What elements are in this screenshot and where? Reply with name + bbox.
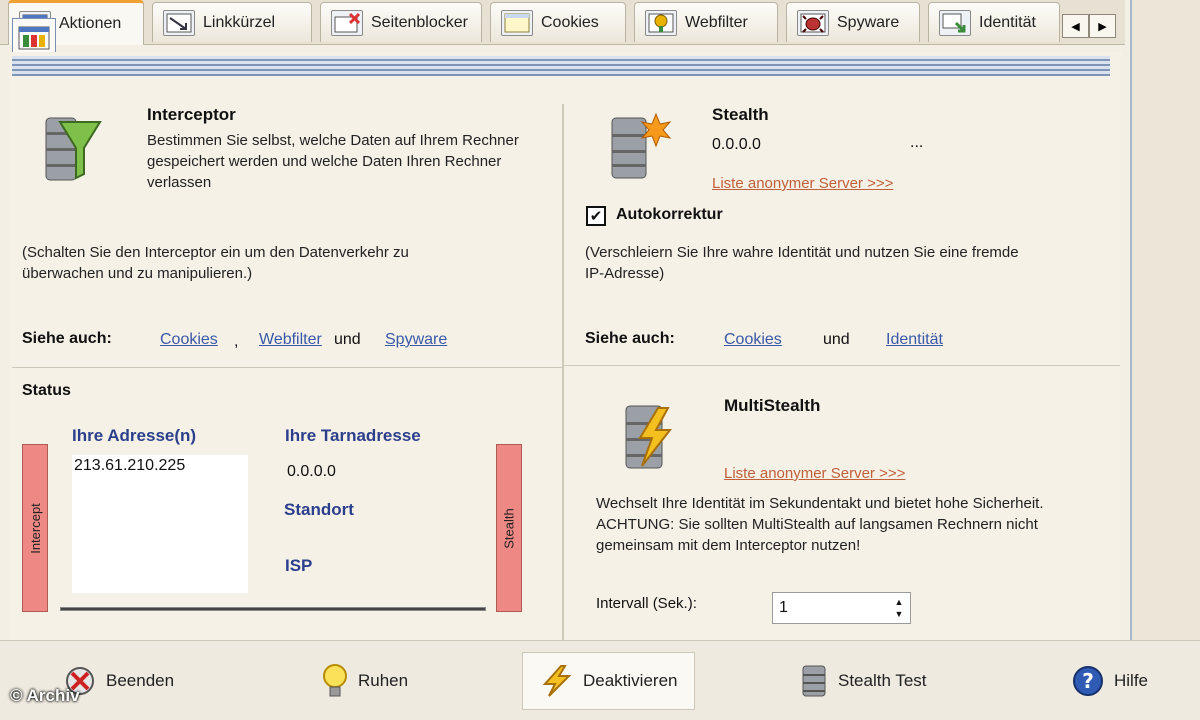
- tab-label: Aktionen: [59, 15, 122, 32]
- autocorrect-checkbox[interactable]: ✔: [586, 206, 606, 226]
- tab-spyware[interactable]: Spyware: [786, 2, 920, 42]
- rest-label: Ruhen: [358, 671, 409, 690]
- page-blocker-icon: [331, 9, 363, 36]
- tab-scroll-right-button[interactable]: ▶: [1089, 14, 1116, 38]
- link-shortcut-icon: [163, 9, 195, 36]
- server-icon: [802, 665, 826, 697]
- quit-button[interactable]: Beenden: [64, 652, 174, 710]
- tab-cookies[interactable]: Cookies: [490, 2, 626, 42]
- link-identity[interactable]: Identität: [886, 331, 943, 349]
- header-stripes: [12, 56, 1110, 76]
- cookies-icon: [501, 9, 533, 36]
- link-spyware[interactable]: Spyware: [385, 331, 447, 349]
- side-toolbar: [1130, 0, 1200, 640]
- mask-address-value: 0.0.0.0: [287, 463, 336, 480]
- address-list: [72, 455, 248, 593]
- status-title: Status: [22, 382, 71, 399]
- link-cookies-right[interactable]: Cookies: [724, 331, 782, 349]
- tab-label: Spyware: [837, 13, 900, 31]
- spin-up-icon[interactable]: ▲: [892, 596, 906, 608]
- column-divider: [562, 104, 564, 640]
- location-label: Standort: [284, 500, 354, 519]
- stealth-ip: 0.0.0.0: [712, 136, 761, 153]
- interval-value: 1: [779, 599, 788, 616]
- link-cookies[interactable]: Cookies: [160, 331, 218, 349]
- rest-button[interactable]: Ruhen: [322, 652, 408, 710]
- help-label: Hilfe: [1114, 671, 1149, 690]
- interceptor-title: Interceptor: [147, 105, 236, 124]
- identity-icon: [939, 9, 971, 36]
- separator-and: und: [334, 331, 361, 348]
- spyware-icon: [797, 9, 829, 36]
- isp-label: ISP: [285, 556, 313, 575]
- interceptor-icon: [45, 117, 102, 181]
- tab-seitenblocker[interactable]: Seitenblocker: [320, 2, 482, 42]
- help-icon: ?: [1073, 666, 1103, 696]
- tab-scroll-left-button[interactable]: ◀: [1062, 14, 1089, 38]
- link-webfilter[interactable]: Webfilter: [259, 331, 322, 349]
- status-bar: [60, 607, 486, 611]
- your-address-value: 213.61.210.225: [74, 457, 186, 474]
- arrow-left-icon: ◀: [1071, 20, 1080, 33]
- stealth-test-button[interactable]: Stealth Test: [800, 652, 927, 710]
- lightbulb-icon: [323, 664, 347, 697]
- autocorrect-label: Autokorrektur: [616, 206, 723, 223]
- interval-stepper[interactable]: 1 ▲ ▼: [772, 592, 911, 624]
- section-divider-left: [12, 367, 562, 368]
- your-address-label: Ihre Adresse(n): [72, 426, 197, 445]
- separator-and-right: und: [823, 331, 850, 348]
- tab-webfilter[interactable]: Webfilter: [634, 2, 778, 42]
- stealth-bar-label: Stealth: [501, 507, 517, 549]
- tab-label: Identität: [979, 13, 1036, 31]
- stealth-icon: [611, 112, 672, 179]
- tab-linkkuerzel[interactable]: Linkkürzel: [152, 2, 312, 42]
- multistealth-server-list-link[interactable]: Liste anonymer Server >>>: [724, 465, 905, 482]
- section-divider-right: [564, 365, 1120, 366]
- multistealth-title: MultiStealth: [724, 396, 821, 415]
- intercept-bar: Intercept: [22, 444, 48, 612]
- stealth-hint: (Verschleiern Sie Ihre wahre Identität u…: [585, 244, 1019, 282]
- stealth-title: Stealth: [712, 105, 769, 124]
- see-also-label-right: Siehe auch:: [585, 330, 675, 347]
- tab-label: Cookies: [541, 13, 599, 31]
- deactivate-button[interactable]: Deaktivieren: [522, 652, 695, 710]
- stealth-test-label: Stealth Test: [838, 671, 927, 690]
- deactivate-label: Deaktivieren: [583, 671, 678, 690]
- tab-identitaet[interactable]: Identität: [928, 2, 1060, 42]
- interceptor-description: Bestimmen Sie selbst, welche Daten auf I…: [147, 132, 519, 191]
- help-button[interactable]: ? Hilfe: [1072, 652, 1148, 710]
- interval-label: Intervall (Sek.):: [596, 595, 697, 612]
- tab-label: Webfilter: [685, 13, 748, 31]
- arrow-right-icon: ▶: [1098, 20, 1107, 33]
- stealth-bar: Stealth: [496, 444, 522, 612]
- svg-text:?: ?: [1082, 669, 1094, 693]
- tab-scroll: ◀ ▶: [1062, 14, 1116, 38]
- intercept-bar-label: Intercept: [27, 502, 43, 554]
- spin-down-icon[interactable]: ▼: [892, 608, 906, 620]
- webfilter-icon: [645, 9, 677, 36]
- checkmark-icon: ✔: [589, 208, 603, 225]
- separator-comma: ,: [234, 333, 239, 350]
- stealth-dots: ...: [910, 134, 924, 151]
- copyright-watermark: © Archiv: [10, 686, 80, 705]
- quit-label: Beenden: [106, 671, 175, 690]
- actions-icon: [18, 26, 50, 50]
- lightning-icon: [542, 665, 572, 697]
- tab-label: Linkkürzel: [203, 13, 276, 31]
- interceptor-hint: (Schalten Sie den Interceptor ein um den…: [22, 244, 409, 282]
- stealth-server-list-link[interactable]: Liste anonymer Server >>>: [712, 175, 893, 192]
- multistealth-description: Wechselt Ihre Identität im Sekundentakt …: [596, 495, 1044, 554]
- multistealth-icon: [625, 405, 673, 469]
- mask-address-label: Ihre Tarnadresse: [285, 426, 421, 445]
- see-also-label: Siehe auch:: [22, 330, 112, 347]
- tab-label: Seitenblocker: [371, 13, 468, 31]
